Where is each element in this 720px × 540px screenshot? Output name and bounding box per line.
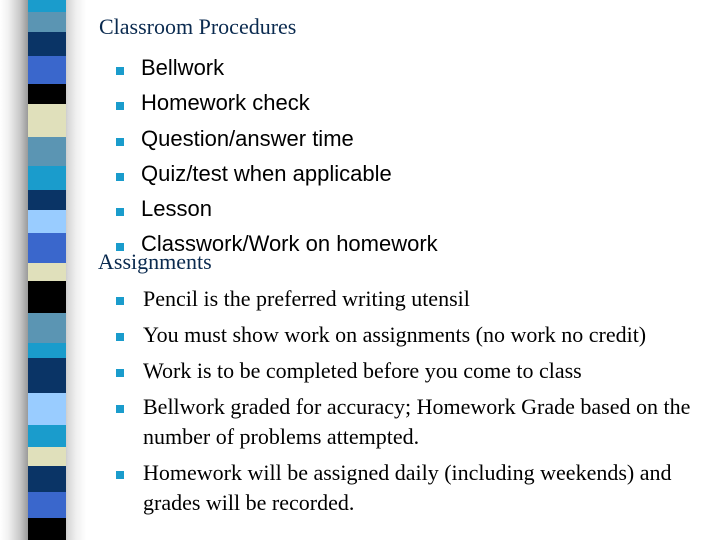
stripe-segment	[28, 313, 66, 343]
stripe-segment	[28, 281, 66, 313]
square-bullet-icon	[116, 67, 124, 75]
decorative-stripe-bar	[28, 0, 66, 540]
list-item: Pencil is the preferred writing utensil	[116, 284, 720, 314]
stripe-segment	[28, 466, 66, 492]
assignments-heading: Assignments	[98, 249, 212, 274]
stripe-segment	[28, 425, 66, 447]
stripe-segment	[28, 104, 66, 137]
stripe-segment	[28, 166, 66, 190]
square-bullet-icon	[116, 297, 124, 305]
square-bullet-icon	[116, 405, 124, 413]
procedures-list: Bellwork Homework check Question/answer …	[116, 53, 438, 265]
square-bullet-icon	[116, 208, 124, 217]
stripe-segment	[28, 492, 66, 518]
list-item: Homework check	[116, 88, 438, 123]
stripe-segment	[28, 0, 66, 12]
stripe-segment	[28, 518, 66, 540]
list-item: Question/answer time	[116, 124, 438, 159]
stripe-segment	[28, 263, 66, 281]
assignments-list: Pencil is the preferred writing utensil …	[116, 284, 720, 524]
stripe-segment	[28, 447, 66, 466]
stripe-segment	[28, 12, 66, 32]
square-bullet-icon	[116, 369, 124, 377]
list-item: Homework will be assigned daily (includi…	[116, 458, 720, 518]
stripe-segment	[28, 393, 66, 425]
stripe-segment	[28, 190, 66, 210]
square-bullet-icon	[116, 137, 124, 146]
stripe-segment	[28, 56, 66, 84]
list-item: Bellwork	[116, 53, 438, 88]
list-item: Work is to be completed before you come …	[116, 356, 720, 386]
square-bullet-icon	[116, 471, 124, 479]
stripe-segment	[28, 84, 66, 104]
square-bullet-icon	[116, 172, 124, 181]
slide-title: Classroom Procedures	[99, 14, 297, 39]
square-bullet-icon	[116, 102, 124, 111]
square-bullet-icon	[116, 333, 124, 341]
stripe-segment	[28, 32, 66, 56]
list-item: Quiz/test when applicable	[116, 159, 438, 194]
stripe-segment	[28, 210, 66, 233]
list-item: Bellwork graded for accuracy; Homework G…	[116, 392, 720, 452]
stripe-segment	[28, 137, 66, 166]
list-item: You must show work on assignments (no wo…	[116, 320, 720, 350]
stripe-segment	[28, 358, 66, 393]
stripe-segment	[28, 343, 66, 358]
list-item: Lesson	[116, 194, 438, 229]
stripe-segment	[28, 233, 66, 263]
